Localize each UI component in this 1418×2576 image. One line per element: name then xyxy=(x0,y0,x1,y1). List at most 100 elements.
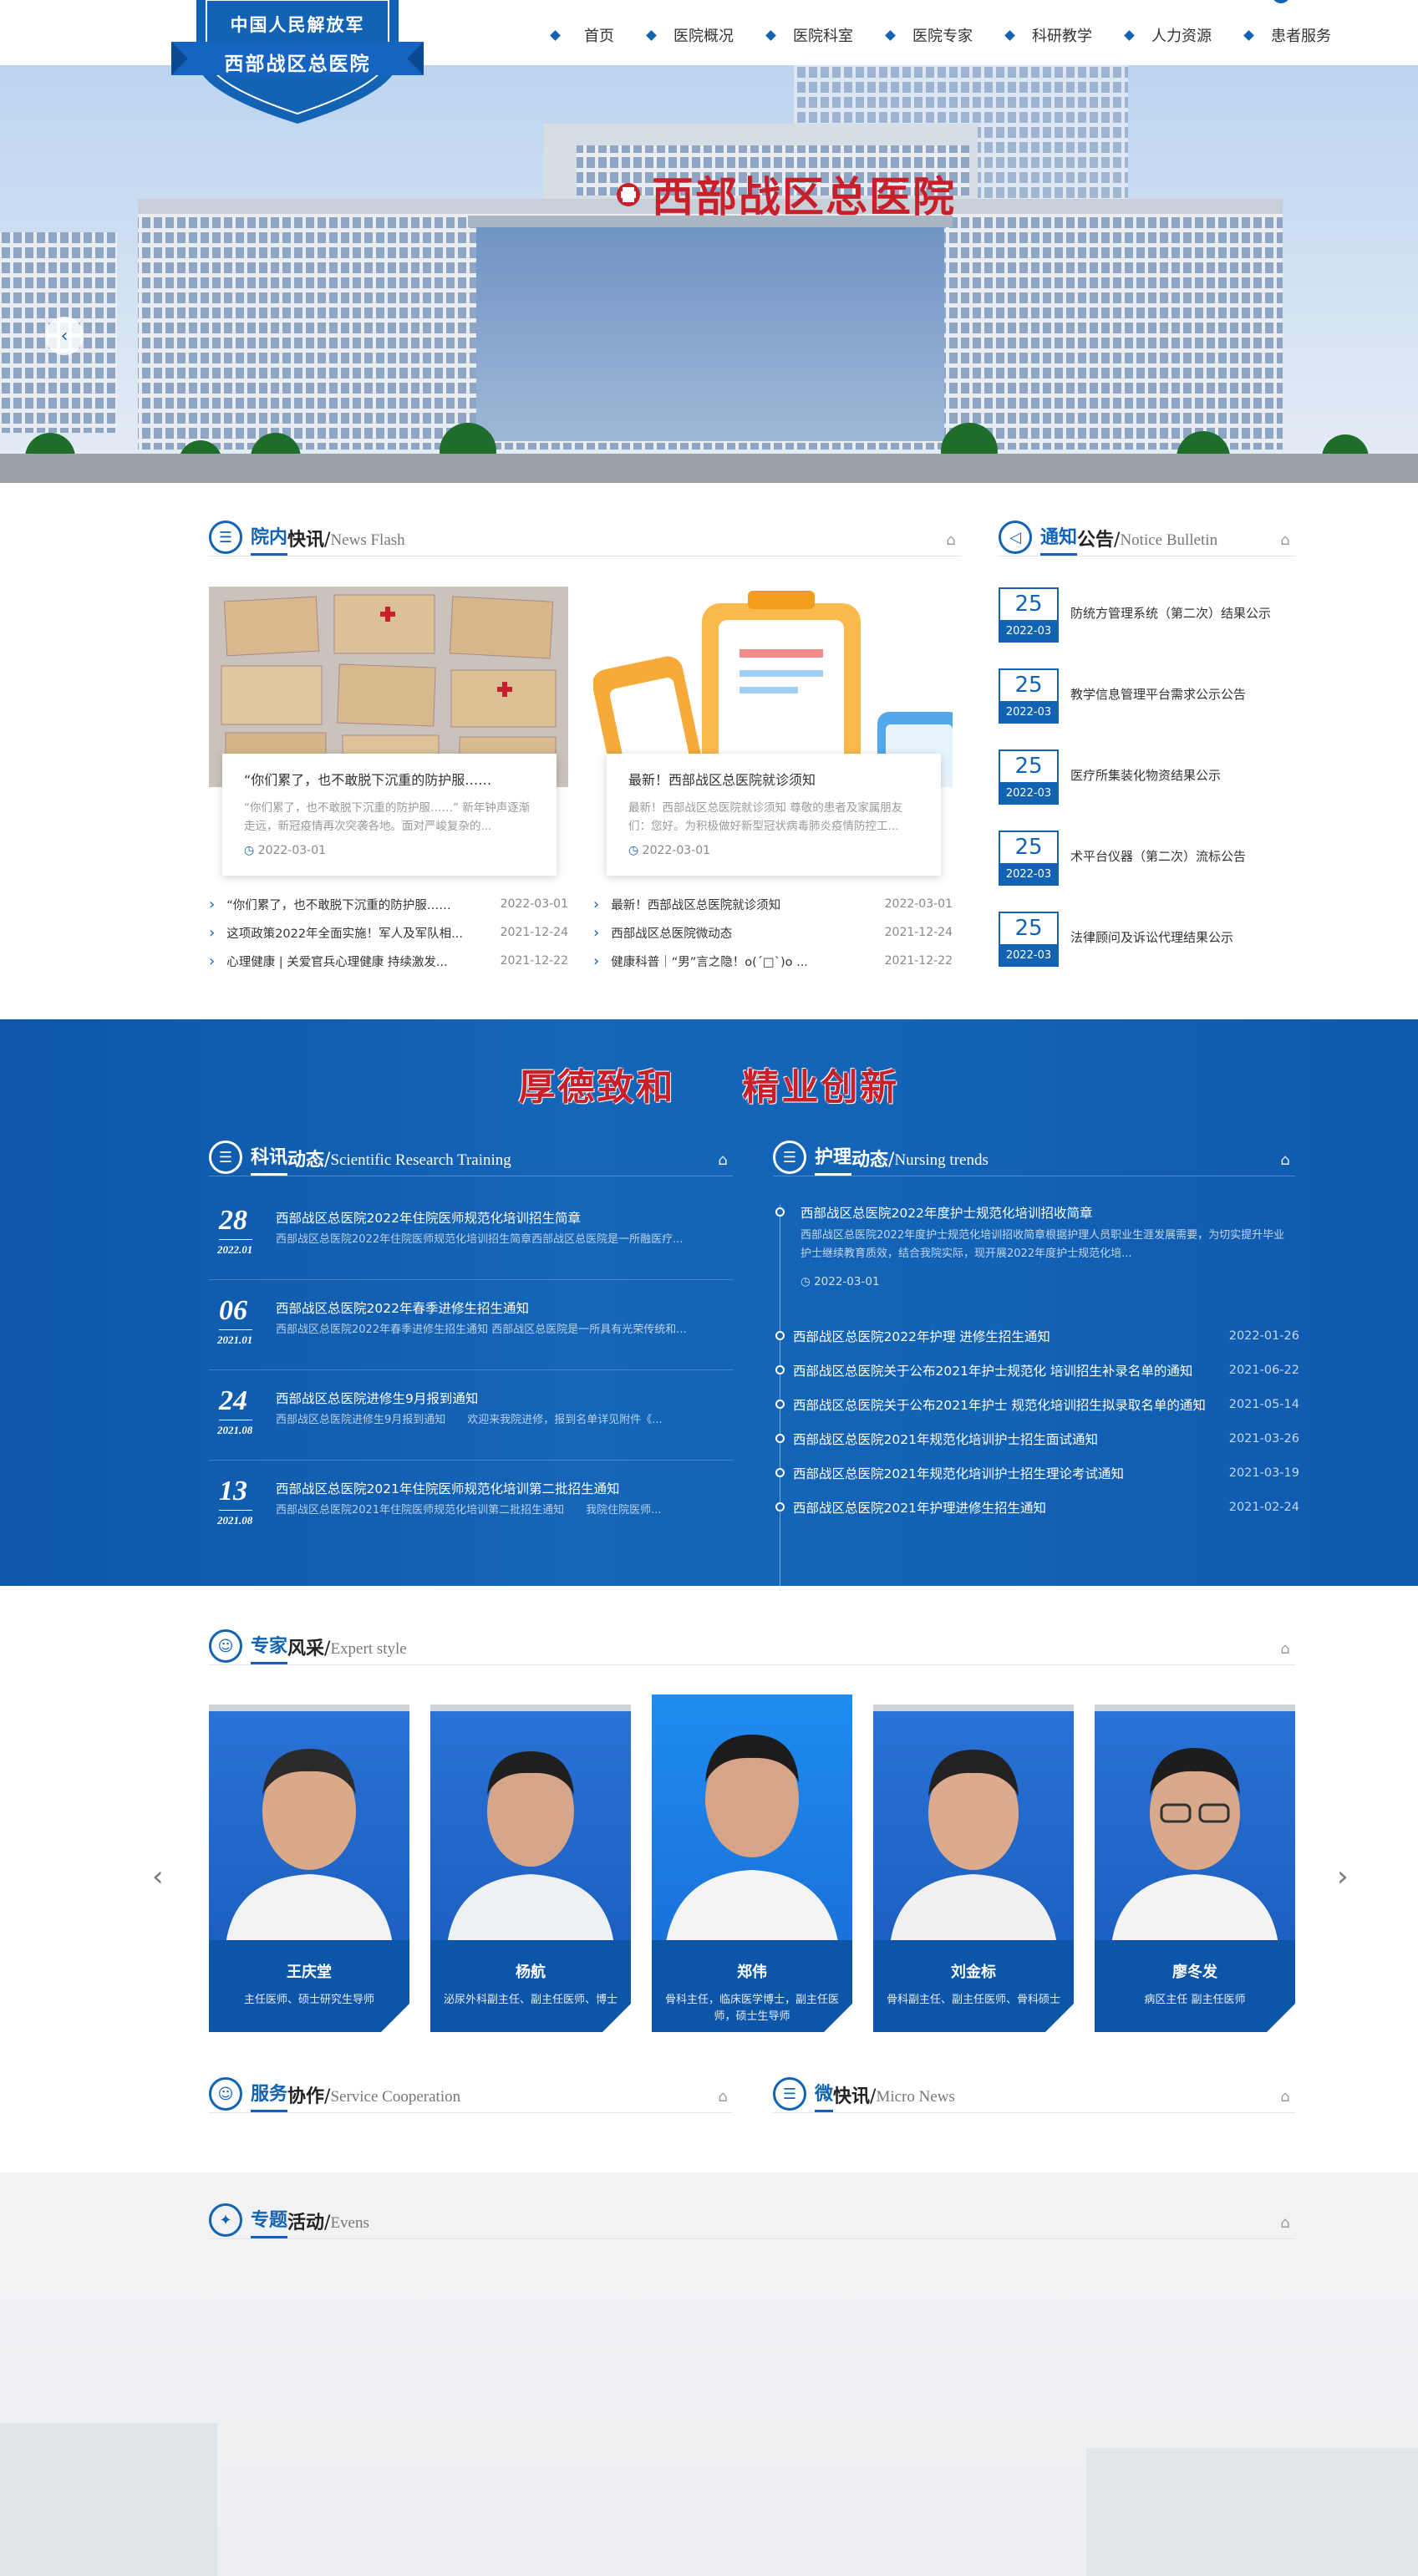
nursing-item[interactable]: 西部战区总医院2021年护理进修生招生通知 2021-02-24 xyxy=(773,1490,1299,1524)
news-list-text: 健康科普｜“男”言之隐！o(´□`)o ... xyxy=(593,953,869,970)
title-cn: 公告 xyxy=(1077,530,1115,551)
news-list-date: 2021-12-22 xyxy=(884,954,953,968)
expert-card[interactable]: 廖冬发病区主任 副主任医师 xyxy=(1095,1696,1296,2033)
title-slash: / xyxy=(324,2086,331,2107)
research-ym: 2021.01 xyxy=(217,1334,253,1346)
nursing-item[interactable]: 西部战区总医院关于公布2021年护士 规范化培训招生拟录取名单的通知 2021-0… xyxy=(773,1387,1299,1421)
portrait-image xyxy=(890,1750,1057,1945)
news-list-date: 2021-12-22 xyxy=(500,954,568,968)
news-card-title[interactable]: 最新！西部战区总医院就诊须知 xyxy=(628,769,919,789)
timeline-dot xyxy=(775,1207,785,1217)
card-top-line xyxy=(873,1705,1074,1711)
research-title: 西部战区总医院进修生9月报到通知 xyxy=(276,1391,479,1406)
expert-info: 刘金标 骨科副主任、副主任医师、骨科硕士 xyxy=(873,1940,1075,2033)
title-slash: / xyxy=(888,1150,895,1171)
news-list-text: 西部战区总医院微动态 xyxy=(593,924,869,942)
notice-item[interactable]: 25 2022-03 防统方管理系统（第二次）结果公示 xyxy=(999,587,1299,643)
nav-patient-service[interactable]: 患者服务 xyxy=(1243,18,1331,52)
news-card[interactable]: “你们累了，也不敢脱下沉重的防护服…… “你们累了，也不敢脱下沉重的防护服……”… xyxy=(209,587,568,876)
news-list-item[interactable]: 健康科普｜“男”言之隐！o(´□`)o ... 2021-12-22 xyxy=(593,947,953,975)
expert-name: 杨航 xyxy=(516,1964,546,1981)
news-list-item[interactable]: “你们累了，也不敢脱下沉重的防护服…… 2022-03-01 xyxy=(209,890,568,918)
hospital-building-image xyxy=(0,65,1418,483)
research-desc: 西部战区总医院2021年住院医师规范化培训第二批招生通知 我院住院医师... xyxy=(276,1504,662,1517)
nursing-text: 西部战区总医院2021年规范化培训护士招生面试通知 xyxy=(793,1431,1098,1447)
more-icon[interactable]: ⌂ xyxy=(713,2090,733,2105)
notice-text: 防统方管理系统（第二次）结果公示 xyxy=(1070,606,1272,621)
expert-card[interactable]: 王庆堂 主任医师、硕士研究生导师 xyxy=(209,1696,410,2033)
news-list-date: 2021-12-24 xyxy=(500,926,568,939)
more-icon[interactable]: ⌂ xyxy=(1275,1642,1295,1657)
more-icon[interactable]: ⌂ xyxy=(1275,2216,1295,2231)
expert-post: 病区主任 副主任医师 xyxy=(1144,1994,1246,2006)
diamond-icon xyxy=(1124,29,1135,41)
notice-item[interactable]: 25 2022-03 教学信息管理平台需求公示公告 xyxy=(999,668,1299,724)
expert-card-active[interactable]: 郑伟 骨科主任，临床医学博士，副主任医师，硕士生导师 xyxy=(652,1694,853,2033)
research-ym: 2021.08 xyxy=(217,1514,253,1527)
nav-label: 医院科室 xyxy=(793,28,853,45)
research-item[interactable]: 13 2021.08 西部战区总医院2021年住院医师规范化培训第二批招生通知 西部战… xyxy=(209,1476,733,1551)
news-list-item[interactable]: 心理健康 | 关爱官兵心理健康 持续激发... 2021-12-22 xyxy=(209,947,568,975)
nursing-item[interactable]: 西部战区总医院2021年规范化培训护士招生理论考试通知 2021-03-19 xyxy=(773,1456,1299,1490)
news-card[interactable]: 最新！西部战区总医院就诊须知 最新！西部战区总医院就诊须知 尊敬的患者及家属朋友… xyxy=(593,587,953,876)
research-title: 西部战区总医院2022年春季进修生招生通知 xyxy=(276,1301,529,1316)
nursing-item[interactable]: 西部战区总医院2021年规范化培训护士招生面试通知 2021-03-26 xyxy=(773,1421,1299,1456)
nursing-text: 西部战区总医院关于公布2021年护士 规范化培训招生拟录取名单的通知 xyxy=(793,1397,1206,1413)
hero-prev-button[interactable]: ‹ xyxy=(45,317,84,355)
nursing-date: 2022-01-26 xyxy=(1228,1329,1299,1343)
news-list-text: 心理健康 | 关爱官兵心理健康 持续激发... xyxy=(209,953,485,970)
expert-photo xyxy=(652,1694,852,1954)
card-top-line xyxy=(209,1705,409,1711)
news-list-item[interactable]: 最新！西部战区总医院就诊须知 2022-03-01 xyxy=(593,890,953,918)
experts-next-button[interactable]: › xyxy=(1337,1860,1349,1893)
nav-overview[interactable]: 医院概况 xyxy=(646,18,734,52)
notice-item[interactable]: 25 2022-03 法律顾问及诉讼代理结果公示 xyxy=(999,912,1299,967)
nav-hr[interactable]: 人力资源 xyxy=(1124,18,1212,52)
research-title: 西部战区总医院2021年住院医师规范化培训第二批招生通知 xyxy=(276,1481,620,1496)
timeline-dot xyxy=(775,1468,785,1477)
expert-card[interactable]: 杨航 泌尿外科副主任、副主任医师、博士 xyxy=(430,1696,632,2033)
nursing-item[interactable]: 西部战区总医院关于公布2021年护士规范化 培训招生补录名单的通知 2021-06… xyxy=(773,1353,1299,1387)
nav-home[interactable]: 首页 xyxy=(550,18,614,52)
nav-experts[interactable]: 医院专家 xyxy=(885,18,973,52)
news-card-desc: 最新！西部战区总医院就诊须知 尊敬的患者及家属朋友们：您好。为积极做好新型冠状病… xyxy=(628,801,903,833)
notice-item[interactable]: 25 2022-03 医疗所集装化物资结果公示 xyxy=(999,749,1299,805)
title-en: Evens xyxy=(330,2214,369,2232)
expert-name: 郑伟 xyxy=(737,1964,767,1981)
nav-label: 医院概况 xyxy=(673,28,734,45)
card-corner xyxy=(1266,2003,1296,2033)
nav-research[interactable]: 科研教学 xyxy=(1004,18,1092,52)
research-item[interactable]: 24 2021.08 西部战区总医院进修生9月报到通知 西部战区总医院进修生9月报到通… xyxy=(209,1385,733,1461)
experts-prev-button[interactable]: ‹ xyxy=(152,1860,164,1893)
news-list-item[interactable]: 西部战区总医院微动态 2021-12-24 xyxy=(593,918,953,947)
research-item[interactable]: 28 2022.01 西部战区总医院2022年住院医师规范化培训招生简章 西部战区总医… xyxy=(209,1205,733,1280)
megaphone-icon: ◁ xyxy=(999,521,1032,554)
research-section-title: ☰ 科讯 动态 / Scientific Research Training ⌂ xyxy=(209,1141,733,1176)
title-slash: / xyxy=(870,2086,877,2107)
more-icon[interactable]: ⌂ xyxy=(1275,1153,1295,1168)
research-ym: 2021.08 xyxy=(217,1424,253,1436)
nav-departments[interactable]: 医院科室 xyxy=(765,18,853,52)
research-item[interactable]: 06 2021.01 西部战区总医院2022年春季进修生招生通知 西部战区总医院202… xyxy=(209,1295,733,1370)
more-icon[interactable]: ⌂ xyxy=(1275,533,1295,548)
timeline-dot xyxy=(775,1365,785,1374)
nursing-section-title: ☰ 护理 动态 / Nursing trends ⌂ xyxy=(773,1141,1295,1176)
nav-label: 人力资源 xyxy=(1151,28,1212,45)
notice-item[interactable]: 25 2022-03 术平台仪器（第二次）流标公告 xyxy=(999,831,1299,886)
news-list-item[interactable]: 这项政策2022年全面实施！军人及军队相... 2021-12-24 xyxy=(209,918,568,947)
nursing-item[interactable]: 西部战区总医院2022年护理 进修生招生通知 2022-01-26 xyxy=(773,1318,1299,1353)
expert-name: 刘金标 xyxy=(951,1964,996,1981)
notice-date-box: 25 2022-03 xyxy=(999,587,1059,643)
more-icon[interactable]: ⌂ xyxy=(713,1153,733,1168)
diamond-icon xyxy=(765,29,776,41)
nursing-date: 2021-06-22 xyxy=(1228,1363,1299,1377)
more-icon[interactable]: ⌂ xyxy=(1275,2090,1295,2105)
main-nav: 首页 医院概况 医院科室 医院专家 科研教学 人力资源 患者服务 xyxy=(550,18,1331,52)
expert-card[interactable]: 刘金标 骨科副主任、副主任医师、骨科硕士 xyxy=(873,1696,1075,2033)
chevron-left-icon: ‹ xyxy=(152,1860,164,1893)
news-card-title[interactable]: “你们累了，也不敢脱下沉重的防护服…… xyxy=(244,769,535,789)
more-icon[interactable]: ⌂ xyxy=(941,533,961,548)
nursing-featured[interactable]: 西部战区总医院2022年度护士规范化培训招收简章 西部战区总医院2022年度护士… xyxy=(773,1203,1299,1295)
hospital-logo[interactable]: 中国人民解放军 西部战区总医院 xyxy=(171,0,424,124)
expert-name: 廖冬发 xyxy=(1172,1964,1217,1981)
